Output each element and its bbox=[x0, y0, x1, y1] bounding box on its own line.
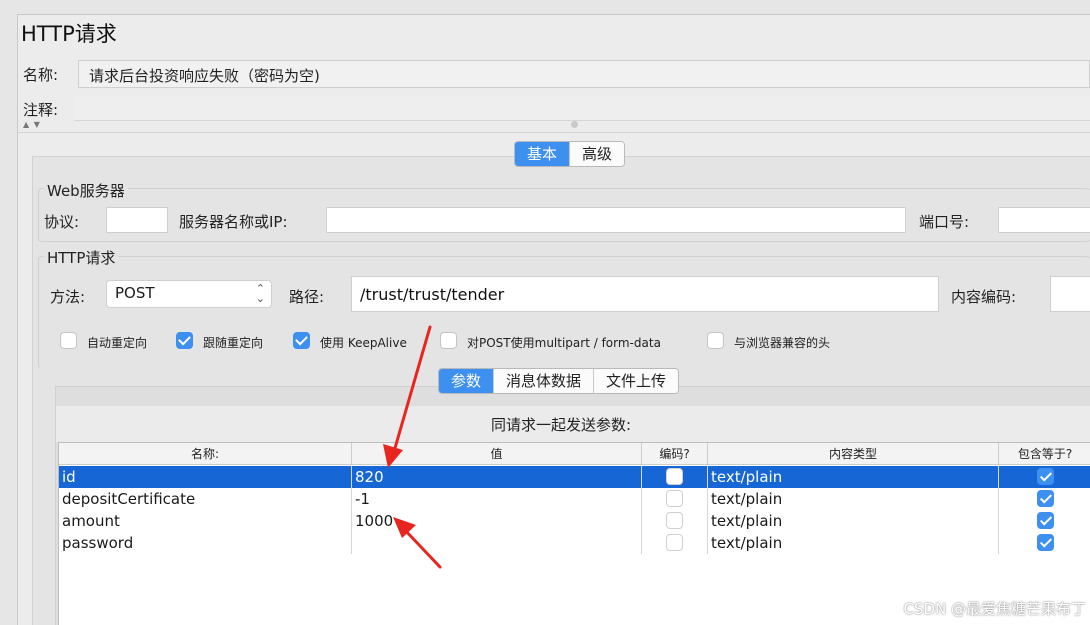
annotation-arrow-icon bbox=[383, 325, 432, 468]
annotation-arrow-icon bbox=[393, 517, 442, 569]
watermark: CSDN @最爱焦糖芒果布丁 bbox=[903, 600, 1086, 618]
annotation-arrows bbox=[383, 325, 442, 569]
